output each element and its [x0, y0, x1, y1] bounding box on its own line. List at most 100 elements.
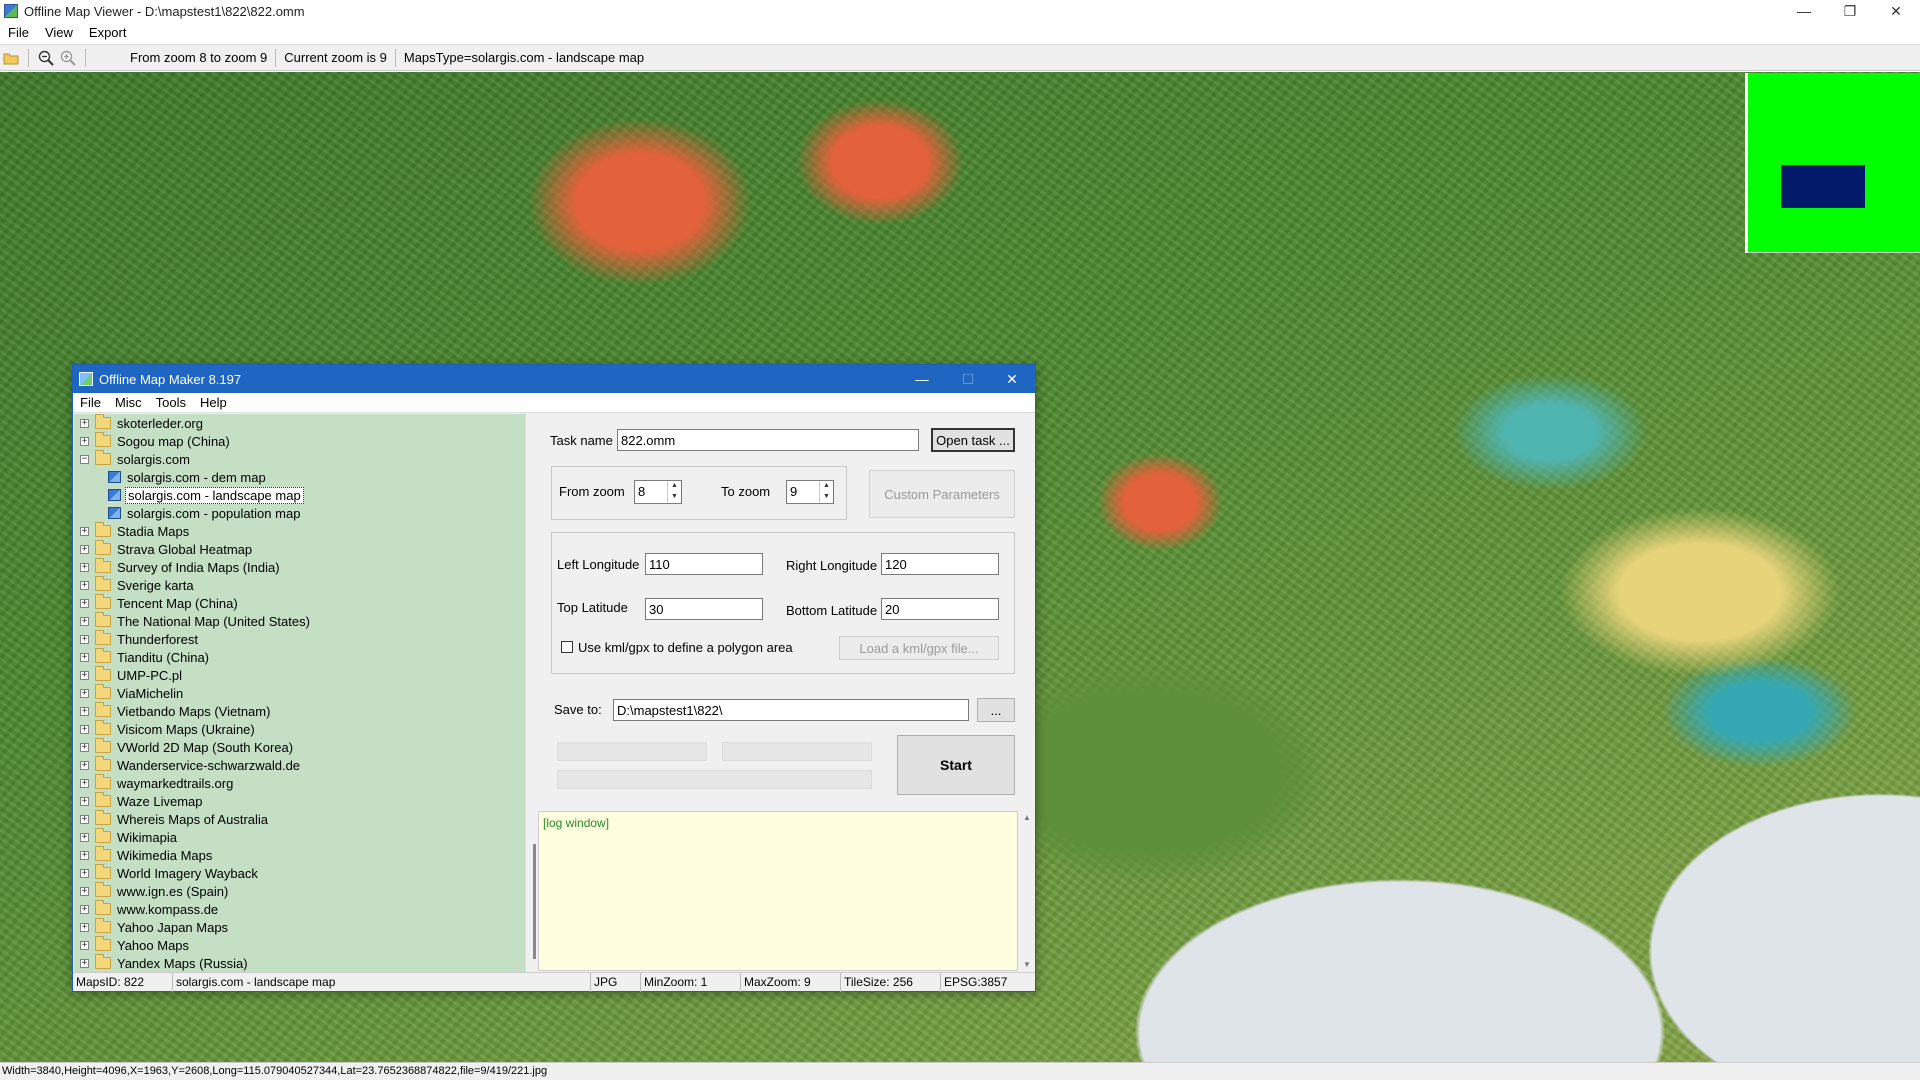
tree-folder-item[interactable]: + Sverige karta — [74, 576, 525, 594]
tree-folder-item[interactable]: + www.kompass.de — [74, 900, 525, 918]
dialog-menu-misc[interactable]: Misc — [108, 395, 149, 410]
browse-button[interactable]: ... — [977, 698, 1015, 722]
bottom-latitude-input[interactable] — [881, 598, 999, 620]
expand-icon[interactable]: + — [80, 850, 89, 860]
tree-folder-item[interactable]: + Survey of India Maps (India) — [74, 558, 525, 576]
expand-icon[interactable]: + — [80, 526, 89, 536]
tree-folder-item[interactable]: + World Imagery Wayback — [74, 864, 525, 882]
tree-folder-item[interactable]: + Strava Global Heatmap — [74, 540, 525, 558]
restore-button[interactable]: ❐ — [1827, 0, 1873, 22]
close-button[interactable]: ✕ — [1873, 0, 1919, 22]
scroll-up-icon[interactable]: ▲ — [1023, 813, 1031, 822]
open-task-button[interactable]: Open task ... — [931, 428, 1015, 452]
tree-folder-item[interactable]: + Whereis Maps of Australia — [74, 810, 525, 828]
tree-folder-item[interactable]: + VWorld 2D Map (South Korea) — [74, 738, 525, 756]
menu-view[interactable]: View — [37, 25, 81, 40]
tree-folder-item[interactable]: + skoterleder.org — [74, 414, 525, 432]
expand-icon[interactable]: + — [80, 886, 89, 896]
top-latitude-input[interactable] — [645, 598, 763, 620]
minimize-button[interactable]: — — [1781, 0, 1827, 22]
expand-icon[interactable]: + — [80, 598, 89, 608]
log-window[interactable]: [log window] — [538, 811, 1018, 971]
tree-folder-item[interactable]: + Thunderforest — [74, 630, 525, 648]
tree-folder-item[interactable]: + Visicom Maps (Ukraine) — [74, 720, 525, 738]
zoom-in-icon[interactable] — [57, 47, 79, 69]
tree-folder-item[interactable]: + Wikimapia — [74, 828, 525, 846]
expand-icon[interactable]: + — [80, 724, 89, 734]
expand-icon[interactable]: + — [80, 670, 89, 680]
expand-icon[interactable]: + — [80, 832, 89, 842]
scroll-down-icon[interactable]: ▼ — [1023, 960, 1031, 969]
task-name-input[interactable] — [617, 429, 919, 451]
tree-folder-item[interactable]: + UMP-PC.pl — [74, 666, 525, 684]
expand-icon[interactable]: + — [80, 778, 89, 788]
tree-folder-item[interactable]: + Wikimedia Maps — [74, 846, 525, 864]
dialog-menu-help[interactable]: Help — [193, 395, 234, 410]
expand-icon[interactable]: + — [80, 940, 89, 950]
dialog-titlebar[interactable]: Offline Map Maker 8.197 — ☐ ✕ — [73, 365, 1035, 393]
expand-icon[interactable]: + — [80, 688, 89, 698]
dialog-menu-tools[interactable]: Tools — [149, 395, 193, 410]
tree-map-item[interactable]: solargis.com - population map — [74, 504, 525, 522]
expand-icon[interactable]: + — [80, 580, 89, 590]
tree-folder-item[interactable]: + Tianditu (China) — [74, 648, 525, 666]
zoom-out-icon[interactable] — [35, 47, 57, 69]
from-zoom-value[interactable]: 8 — [635, 481, 667, 503]
tree-folder-item[interactable]: + Tencent Map (China) — [74, 594, 525, 612]
expand-icon[interactable]: + — [80, 616, 89, 626]
expand-icon[interactable]: + — [80, 634, 89, 644]
menu-export[interactable]: Export — [81, 25, 135, 40]
from-zoom-spinner[interactable]: 8 ▲ ▼ — [634, 480, 682, 504]
to-zoom-value[interactable]: 9 — [787, 481, 819, 503]
tree-folder-item[interactable]: + Waze Livemap — [74, 792, 525, 810]
tree-map-item[interactable]: solargis.com - dem map — [74, 468, 525, 486]
expand-icon[interactable]: + — [80, 742, 89, 752]
tree-folder-item[interactable]: + Yahoo Maps — [74, 936, 525, 954]
tree-folder-item[interactable]: + Yandex Maps (Russia) — [74, 954, 525, 972]
left-longitude-input[interactable] — [645, 553, 763, 575]
expand-icon[interactable]: + — [80, 796, 89, 806]
save-to-input[interactable] — [613, 699, 969, 721]
tree-scrollbar-thumb[interactable] — [533, 844, 536, 959]
tree-map-item[interactable]: solargis.com - landscape map — [74, 486, 525, 504]
map-source-tree[interactable]: + skoterleder.org + Sogou map (China) − solar… — [74, 414, 525, 972]
dialog-close-button[interactable]: ✕ — [989, 365, 1035, 393]
tree-folder-item[interactable]: + Wanderservice-schwarzwald.de — [74, 756, 525, 774]
expand-icon[interactable]: + — [80, 868, 89, 878]
log-scrollbar[interactable]: ▲ ▼ — [1019, 811, 1035, 971]
expand-icon[interactable]: + — [80, 958, 89, 968]
open-folder-icon[interactable] — [0, 47, 22, 69]
expand-icon[interactable]: + — [80, 922, 89, 932]
spin-down-icon[interactable]: ▼ — [668, 492, 681, 503]
expand-icon[interactable]: + — [80, 706, 89, 716]
tree-folder-item[interactable]: + ViaMichelin — [74, 684, 525, 702]
tree-folder-item[interactable]: + Yahoo Japan Maps — [74, 918, 525, 936]
expand-icon[interactable]: + — [80, 904, 89, 914]
tree-folder-item[interactable]: + www.ign.es (Spain) — [74, 882, 525, 900]
spin-down-icon[interactable]: ▼ — [820, 492, 833, 503]
dialog-minimize-button[interactable]: — — [899, 365, 945, 393]
right-longitude-input[interactable] — [881, 553, 999, 575]
spin-up-icon[interactable]: ▲ — [668, 481, 681, 492]
start-button[interactable]: Start — [897, 735, 1015, 795]
expand-icon[interactable]: + — [80, 760, 89, 770]
tree-folder-item[interactable]: + waymarkedtrails.org — [74, 774, 525, 792]
spin-up-icon[interactable]: ▲ — [820, 481, 833, 492]
tree-folder-item[interactable]: + The National Map (United States) — [74, 612, 525, 630]
minimap-viewport[interactable] — [1781, 165, 1865, 208]
expand-icon[interactable]: + — [80, 562, 89, 572]
tree-folder-item[interactable]: + Sogou map (China) — [74, 432, 525, 450]
tree-folder-item[interactable]: + Vietbando Maps (Vietnam) — [74, 702, 525, 720]
expand-icon[interactable]: + — [80, 436, 89, 446]
collapse-icon[interactable]: − — [80, 454, 89, 464]
expand-icon[interactable]: + — [80, 652, 89, 662]
dialog-menu-file[interactable]: File — [73, 395, 108, 410]
to-zoom-spinner[interactable]: 9 ▲ ▼ — [786, 480, 834, 504]
expand-icon[interactable]: + — [80, 544, 89, 554]
minimap[interactable] — [1745, 73, 1920, 253]
tree-folder-item[interactable]: − solargis.com — [74, 450, 525, 468]
expand-icon[interactable]: + — [80, 814, 89, 824]
expand-icon[interactable]: + — [80, 418, 89, 428]
tree-folder-item[interactable]: + Stadia Maps — [74, 522, 525, 540]
use-kml-checkbox[interactable] — [561, 641, 573, 653]
